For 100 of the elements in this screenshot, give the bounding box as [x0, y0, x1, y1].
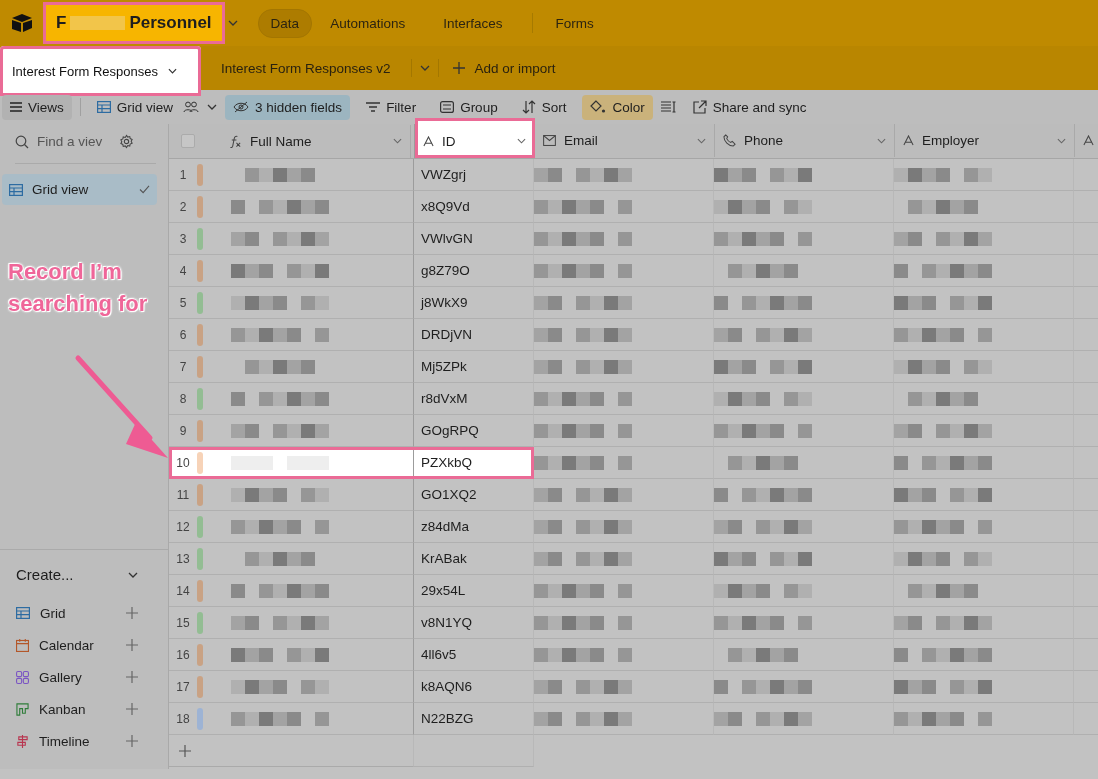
paint-bucket-icon — [590, 100, 607, 114]
sort-icon — [521, 100, 536, 114]
row-number: 2 — [178, 199, 188, 214]
chevron-down-icon[interactable] — [227, 20, 238, 26]
select-all-checkbox[interactable] — [181, 134, 195, 148]
find-view-field[interactable]: Find a viev — [37, 132, 111, 151]
row-number: 10 — [175, 455, 191, 470]
filter-button[interactable]: Filter — [358, 94, 425, 120]
kanban-icon — [16, 702, 29, 716]
id-cell: r8dVxM — [421, 391, 468, 406]
create-view-label[interactable]: Calendar — [39, 637, 116, 653]
chevron-down-icon[interactable] — [207, 104, 218, 110]
base-name-end: Personnel — [129, 13, 212, 33]
timeline-icon — [16, 734, 29, 748]
grid-icon — [16, 607, 30, 619]
row-number: 9 — [178, 423, 188, 438]
id-cell: k8AQN6 — [421, 679, 473, 694]
row-number: 15 — [175, 615, 191, 630]
nav-tab[interactable]: Forms — [543, 9, 606, 37]
text-field-icon — [423, 135, 434, 147]
share-button[interactable]: Share and sync — [684, 94, 815, 120]
id-cell: z84dMa — [421, 519, 470, 534]
id-cell: KrABak — [421, 551, 467, 566]
people-icon[interactable] — [183, 101, 200, 113]
chevron-down-icon[interactable] — [419, 65, 430, 71]
color-button[interactable]: Color — [582, 94, 653, 120]
row-number: 3 — [178, 231, 188, 246]
plus-icon[interactable] — [126, 703, 138, 715]
text-field-icon — [1083, 135, 1094, 146]
settings-icon[interactable] — [119, 134, 134, 149]
column-header[interactable]: Phone — [715, 124, 895, 157]
create-view-label[interactable]: Gallery — [39, 669, 116, 685]
gallery-icon — [16, 670, 29, 684]
checkmark-icon — [139, 185, 150, 194]
row-number: 16 — [175, 647, 191, 662]
create-view-label[interactable]: Grid — [40, 605, 116, 621]
view-item[interactable]: Grid view — [2, 174, 157, 205]
id-cell: DRDjVN — [421, 327, 472, 342]
nav-tab[interactable]: Interfaces — [431, 9, 515, 37]
add-table-button[interactable]: Add or import — [446, 56, 562, 80]
plus-icon[interactable] — [126, 639, 138, 651]
row-number: 11 — [175, 487, 191, 502]
column-header[interactable]: Full Name — [221, 124, 411, 158]
plus-icon — [452, 62, 465, 74]
phone-icon — [723, 134, 736, 147]
chevron-down-icon[interactable] — [167, 68, 177, 74]
redacted-block — [70, 16, 126, 30]
row-number: 1 — [178, 167, 188, 182]
id-cell: Mj5ZPk — [421, 359, 467, 374]
id-cell: g8Z79O — [421, 263, 470, 278]
id-cell: VWZgrj — [421, 167, 466, 182]
plus-icon[interactable] — [126, 735, 138, 747]
nav-tab[interactable]: Automations — [318, 9, 418, 37]
plus-icon[interactable] — [126, 671, 138, 683]
group-icon — [440, 101, 455, 113]
id-cell: x8Q9Vd — [421, 199, 470, 214]
chevron-down-icon[interactable] — [128, 571, 138, 578]
row-number: 5 — [178, 295, 188, 310]
plus-icon[interactable] — [126, 607, 138, 619]
group-button[interactable]: Group — [432, 94, 506, 120]
nav-tab[interactable]: Data — [257, 8, 313, 38]
views-button[interactable]: Views — [2, 94, 72, 120]
calendar-icon — [16, 638, 29, 652]
row-number: 7 — [178, 359, 188, 374]
filter-icon — [366, 102, 381, 112]
text-field-icon — [903, 135, 914, 146]
id-cell: j8WkX9 — [421, 295, 468, 310]
view-switcher[interactable]: Grid view — [88, 94, 182, 120]
row-number: 6 — [178, 327, 188, 342]
id-cell: GOgRPQ — [421, 423, 479, 438]
eye-slash-icon — [233, 101, 250, 113]
column-header[interactable]: Email — [535, 124, 715, 157]
hidden-fields-button[interactable]: 3 hidden fields — [225, 94, 351, 120]
create-view-label[interactable]: Timeline — [39, 733, 116, 749]
add-row-icon[interactable] — [179, 744, 191, 757]
envelope-icon — [543, 135, 556, 146]
column-header[interactable]: Employer — [895, 124, 1075, 157]
grid-icon — [96, 101, 111, 113]
row-number: 12 — [175, 519, 191, 534]
id-cell: N22BZG — [421, 711, 474, 726]
row-number: 8 — [178, 391, 188, 406]
id-cell: VWlvGN — [421, 231, 473, 246]
row-number: 13 — [175, 551, 191, 566]
row-number: 14 — [175, 583, 191, 598]
create-heading: Create... — [16, 566, 74, 583]
id-cell: 29x54L — [421, 583, 466, 598]
row-height-icon[interactable] — [660, 101, 677, 113]
create-view-label[interactable]: Kanban — [39, 701, 116, 717]
table-tab[interactable]: Interest Form Responses v2 — [208, 46, 403, 90]
sort-button[interactable]: Sort — [513, 94, 575, 120]
id-cell: GO1XQ2 — [421, 487, 477, 502]
base-name[interactable]: F Personnel — [46, 5, 222, 41]
logo-icon[interactable] — [10, 13, 34, 33]
chevron-down-icon[interactable] — [517, 138, 526, 144]
table-tab[interactable]: Interest Form Responses — [0, 46, 201, 96]
row-number: 4 — [178, 263, 188, 278]
column-header[interactable]: ID — [415, 118, 535, 158]
formula-icon — [229, 134, 242, 148]
external-link-icon — [692, 100, 707, 114]
grid-icon — [9, 183, 23, 196]
